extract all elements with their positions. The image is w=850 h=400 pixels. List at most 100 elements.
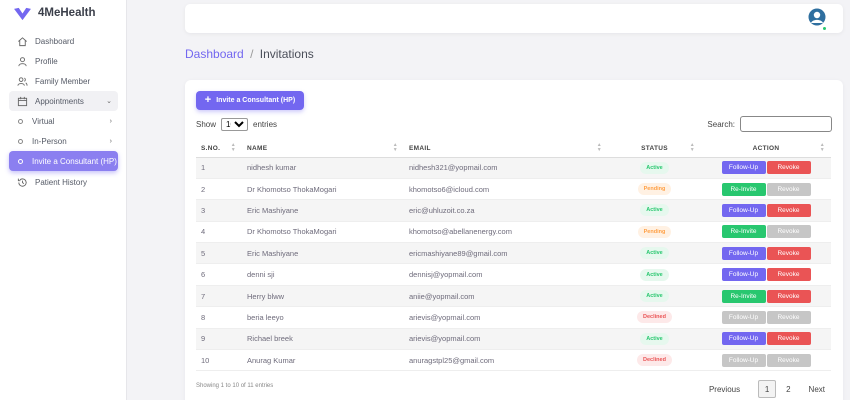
follow-up-button[interactable]: Follow-Up [721, 268, 766, 282]
chevron-down-icon: ⌄ [106, 98, 112, 105]
revoke-button[interactable]: Revoke [766, 332, 811, 346]
cell-status: Active [608, 263, 701, 286]
pagination-page-2[interactable]: 2 [786, 385, 790, 394]
table-info: Showing 1 to 10 of 11 entries [196, 383, 274, 389]
brand[interactable]: 4MeHealth [0, 1, 126, 25]
follow-up-button[interactable]: Follow-Up [721, 203, 766, 217]
sidebar-item-in-person[interactable]: In-Person › [9, 131, 118, 151]
history-icon [17, 177, 28, 188]
breadcrumb-separator: / [250, 47, 254, 61]
circle-icon [18, 138, 23, 144]
table-row: 1 nidhesh kumar nidhesh321@yopmail.com Acti… [196, 157, 831, 179]
re-invite-button[interactable]: Re-Invite [721, 182, 766, 196]
cell-email: eric@uhluzoit.co.za [404, 199, 608, 222]
follow-up-button[interactable]: Follow-Up [721, 161, 766, 175]
search-input[interactable] [740, 116, 832, 132]
breadcrumb-link-dashboard[interactable]: Dashboard [185, 47, 244, 61]
chevron-right-icon: › [109, 117, 112, 125]
re-invite-button[interactable]: Re-Invite [721, 225, 766, 239]
cell-name: Dr Khomotso ThokaMogari [242, 178, 404, 201]
cell-status: Declined [608, 306, 701, 329]
status-badge: Active [640, 268, 669, 281]
cell-sno: 2 [196, 178, 242, 201]
pagination-next[interactable]: Next [809, 385, 825, 394]
cell-sno: 4 [196, 221, 242, 244]
sidebar-item-label: In-Person [32, 136, 67, 146]
column-header-status[interactable]: STATUS ▲ ▼ [608, 140, 701, 158]
follow-up-button[interactable]: Follow-Up [721, 246, 766, 260]
pagination-page-1[interactable]: 1 [758, 380, 777, 398]
sidebar-item-invite-consultant[interactable]: Invite a Consultant (HP) [9, 151, 118, 171]
cell-email: ericmashiyane89@gmail.com [404, 242, 608, 265]
revoke-button[interactable]: Revoke [766, 268, 811, 282]
cell-email: arievis@yopmail.com [404, 306, 608, 329]
avatar[interactable] [808, 8, 827, 31]
cell-name: Anurag Kumar [242, 349, 404, 372]
cell-action: Re-Invite Revoke [701, 285, 831, 308]
table-row: 9 Richael breek arievis@yopmail.com Active F… [196, 328, 831, 351]
sidebar-item-label: Invite a Consultant (HP) [32, 156, 117, 166]
revoke-button[interactable]: Revoke [766, 182, 811, 196]
sidebar-item-appointments[interactable]: Appointments ⌄ [9, 91, 118, 111]
revoke-button[interactable]: Revoke [766, 161, 811, 175]
revoke-button[interactable]: Revoke [766, 246, 811, 260]
revoke-button[interactable]: Revoke [766, 310, 811, 324]
search-label: Search: [707, 119, 735, 129]
sort-icon: ▲ ▼ [689, 142, 695, 153]
cell-email: nidhesh321@yopmail.com [404, 157, 608, 179]
entries-length-control: Show 10 entries [196, 118, 277, 131]
invite-consultant-button[interactable]: + Invite a Consultant (HP) [196, 91, 304, 110]
column-header-email[interactable]: EMAIL ▲ ▼ [404, 140, 608, 158]
cell-action: Follow-Up Revoke [701, 157, 831, 179]
cell-name: beria leeyo [242, 306, 404, 329]
sidebar-item-label: Dashboard [35, 36, 75, 46]
column-header-sno[interactable]: S.NO. ▲ ▼ [196, 140, 242, 158]
status-badge: Pending [637, 183, 672, 196]
cell-name: Eric Mashiyane [242, 242, 404, 265]
sidebar-item-profile[interactable]: Profile [9, 51, 118, 71]
re-invite-button[interactable]: Re-Invite [721, 289, 766, 303]
sort-icon: ▲ ▼ [596, 142, 602, 153]
cell-email: aniie@yopmail.com [404, 285, 608, 308]
revoke-button[interactable]: Revoke [766, 225, 811, 239]
entries-select[interactable]: 10 [221, 118, 249, 131]
sidebar-nav: Dashboard Profile Family Member Appointm… [0, 31, 126, 192]
revoke-button[interactable]: Revoke [766, 289, 811, 303]
revoke-button[interactable]: Revoke [766, 353, 811, 367]
status-badge: Declined [637, 354, 672, 367]
column-header-name[interactable]: NAME ▲ ▼ [242, 140, 404, 158]
table-row: 10 Anurag Kumar anuragstpl25@gmail.com Decl… [196, 349, 831, 372]
follow-up-button[interactable]: Follow-Up [721, 332, 766, 346]
sidebar-item-virtual[interactable]: Virtual › [9, 111, 118, 131]
search-control: Search: [707, 116, 832, 132]
table-row: 5 Eric Mashiyane ericmashiyane89@gmail.com… [196, 242, 831, 265]
column-header-action[interactable]: ACTION ▲ ▼ [701, 140, 831, 158]
table-row: 7 Herry blww aniie@yopmail.com Active Re-Inv… [196, 285, 831, 308]
cell-name: denni sji [242, 263, 404, 286]
status-badge: Active [640, 161, 669, 174]
chevron-right-icon: › [109, 137, 112, 145]
invite-button-label: Invite a Consultant (HP) [216, 97, 296, 104]
cell-sno: 5 [196, 242, 242, 265]
cell-sno: 3 [196, 199, 242, 222]
pagination-previous[interactable]: Previous [709, 385, 740, 394]
sidebar: 4MeHealth Dashboard Profile Family Membe… [0, 0, 127, 400]
revoke-button[interactable]: Revoke [766, 203, 811, 217]
cell-status: Active [608, 199, 701, 222]
cell-status: Pending [608, 178, 701, 201]
breadcrumb: Dashboard / Invitations [185, 47, 314, 61]
table-header-row: S.NO. ▲ ▼ NAME ▲ ▼ EMAIL ▲ ▼ STATUS ▲ ▼ ACTION ▲ ▼ [196, 140, 831, 158]
logo-icon [14, 7, 31, 20]
follow-up-button[interactable]: Follow-Up [721, 353, 766, 367]
follow-up-button[interactable]: Follow-Up [721, 310, 766, 324]
page-title: Invitations [259, 47, 314, 61]
sidebar-item-patient-history[interactable]: Patient History [9, 172, 118, 192]
sidebar-item-family-member[interactable]: Family Member [9, 71, 118, 91]
cell-email: khomotso6@icloud.com [404, 178, 608, 201]
status-badge: Active [640, 204, 669, 217]
table-row: 6 denni sji dennisj@yopmail.com Active Follo… [196, 263, 831, 286]
sort-icon: ▲ ▼ [230, 142, 236, 153]
cell-email: anuragstpl25@gmail.com [404, 349, 608, 372]
sidebar-item-dashboard[interactable]: Dashboard [9, 31, 118, 51]
cell-action: Re-Invite Revoke [701, 221, 831, 244]
